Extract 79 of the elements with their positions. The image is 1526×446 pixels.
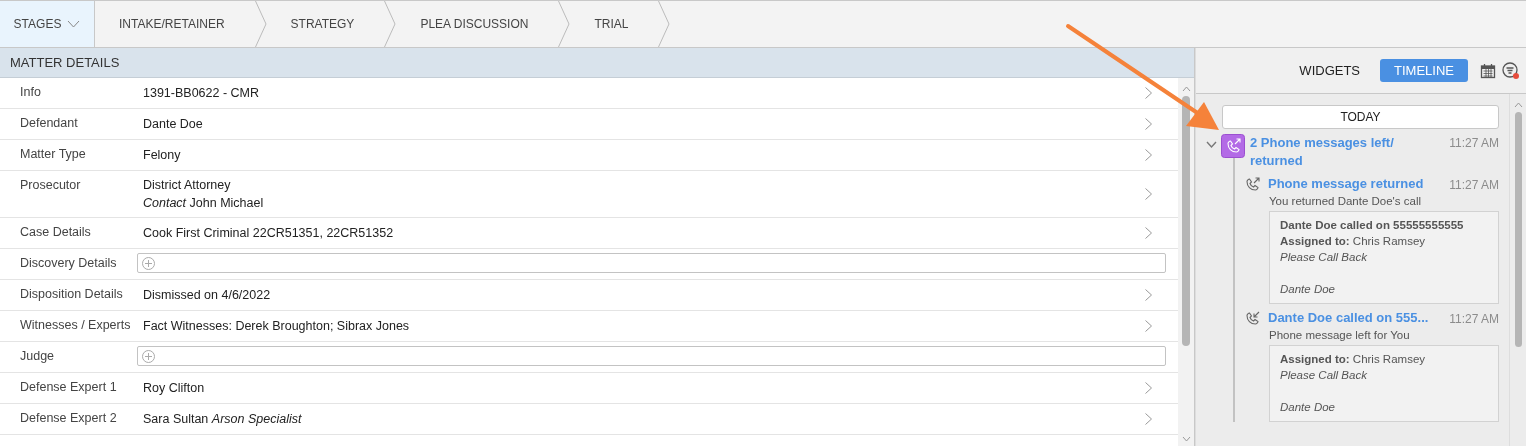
- stage-step[interactable]: INTAKE/RETAINER: [95, 1, 267, 47]
- field-value: Contact John Michael: [143, 196, 264, 210]
- field-label: Discovery Details: [19, 255, 118, 270]
- field-value: Roy Clifton: [143, 381, 205, 395]
- field-label: Disposition Details: [19, 286, 124, 301]
- chevron-right-icon: [1145, 188, 1152, 200]
- scrollbar-thumb[interactable]: [1182, 96, 1190, 346]
- field-value: Felony: [143, 148, 181, 162]
- detail-row[interactable]: Fact Witnesses: Derek Broughton; Sibrax Jones: [143, 311, 1178, 341]
- field-value: Sara Sultan Arson Specialist: [143, 412, 302, 426]
- scroll-down-icon[interactable]: [1181, 436, 1191, 442]
- section-header: MATTER DETAILS: [0, 48, 1194, 78]
- field-value: Dismissed on 4/6/2022: [143, 288, 271, 302]
- timestamp: 11:27 AM: [1449, 311, 1499, 326]
- detail-row[interactable]: Cook First Criminal 22CR51351, 22CR51352: [143, 218, 1178, 248]
- field-label: Defense Expert 1: [19, 379, 118, 394]
- field-label: Prosecutor: [19, 177, 82, 192]
- chevron-down-icon: [67, 20, 81, 28]
- add-icon[interactable]: [142, 256, 155, 270]
- chevron-right-icon: [1145, 320, 1152, 332]
- note-line: Please Call Back: [1280, 368, 1368, 383]
- detail-row[interactable]: Sara Sultan Arson Specialist: [143, 404, 1178, 434]
- field-label: Matter Type: [19, 146, 87, 161]
- detail-row[interactable]: Dismissed on 4/6/2022: [143, 280, 1178, 310]
- add-icon[interactable]: [142, 349, 155, 363]
- chevron-right-icon: [1145, 289, 1152, 301]
- scroll-up-icon[interactable]: [1181, 86, 1191, 92]
- note-signature: Dante Doe: [1280, 282, 1336, 297]
- scroll-up-icon[interactable]: [1513, 102, 1523, 108]
- chevron-right-icon: [1145, 149, 1152, 161]
- field-value: Fact Witnesses: Derek Broughton; Sibrax Jones: [143, 319, 410, 333]
- calendar-icon[interactable]: [1480, 62, 1496, 79]
- detail-row[interactable]: District Attorney Contact John Michael: [143, 171, 1178, 217]
- detail-row[interactable]: Roy Clifton: [143, 373, 1178, 403]
- day-header: TODAY: [1222, 105, 1499, 129]
- stage-step[interactable]: TRIAL: [570, 1, 671, 47]
- field-value: 1391-BB0622 - CMR: [143, 86, 260, 100]
- detail-row[interactable]: Dante Doe: [143, 109, 1178, 139]
- stage-step[interactable]: PLEA DISCUSSION: [396, 1, 571, 47]
- field-value: Cook First Criminal 22CR51351, 22CR51352: [143, 226, 394, 240]
- field-label: Info: [19, 84, 42, 99]
- stage-step[interactable]: STRATEGY: [266, 1, 397, 47]
- filter-icon[interactable]: [1502, 61, 1520, 80]
- chevron-right-icon: [1145, 87, 1152, 99]
- detail-row[interactable]: Felony: [143, 140, 1178, 170]
- incoming-call-icon: [1244, 311, 1262, 328]
- field-value: District Attorney: [143, 178, 232, 192]
- field-label: Case Details: [19, 224, 92, 239]
- phone-call-icon: [1221, 134, 1245, 158]
- entry-description: Phone message left for You: [1269, 329, 1411, 341]
- outgoing-call-icon: [1244, 177, 1262, 194]
- chevron-right-icon: [1145, 413, 1152, 425]
- timestamp: 11:27 AM: [1449, 177, 1499, 192]
- field-label: Defense Expert 2: [19, 410, 118, 425]
- note-line: Dante Doe called on 55555555555: [1280, 218, 1465, 233]
- entry-description: You returned Dante Doe's call: [1269, 195, 1422, 207]
- timestamp: 11:27 AM: [1449, 135, 1499, 150]
- note-line: Assigned to: Chris Ramsey: [1280, 234, 1427, 249]
- scrollbar-thumb[interactable]: [1514, 112, 1522, 347]
- input-field[interactable]: [137, 253, 1166, 273]
- chevron-divider-icon: [384, 1, 397, 47]
- field-value: Dante Doe: [143, 117, 203, 131]
- detail-row[interactable]: 1391-BB0622 - CMR: [143, 78, 1178, 108]
- note-line: Assigned to: Chris Ramsey: [1280, 352, 1427, 367]
- panel-tab[interactable]: WIDGETS: [1285, 59, 1375, 82]
- chevron-divider-icon: [558, 1, 571, 47]
- chevron-divider-icon: [254, 1, 267, 47]
- field-label: Witnesses / Experts: [19, 317, 132, 332]
- chevron-right-icon: [1145, 382, 1152, 394]
- note-line: Please Call Back: [1280, 250, 1368, 265]
- field-label: Judge: [19, 348, 56, 363]
- note-signature: Dante Doe: [1280, 400, 1336, 415]
- input-field[interactable]: [137, 346, 1166, 366]
- chevron-down-icon[interactable]: [1206, 139, 1217, 150]
- stages-menu[interactable]: STAGES: [0, 1, 95, 47]
- field-label: Defendant: [19, 115, 79, 130]
- chevron-right-icon: [1145, 227, 1152, 239]
- chevron-divider-icon: [658, 1, 671, 47]
- chevron-right-icon: [1145, 118, 1152, 130]
